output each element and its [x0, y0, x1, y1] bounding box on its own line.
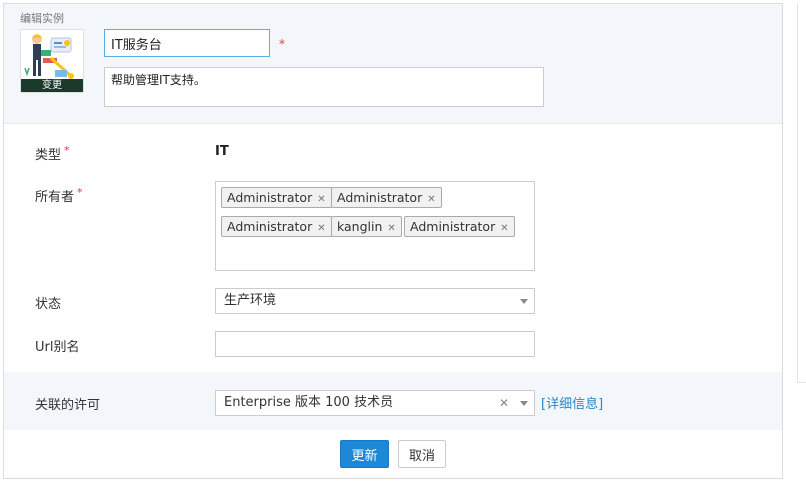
- edit-instance-dialog: 编辑实例 变更 *: [3, 3, 783, 479]
- instance-avatar[interactable]: 变更: [20, 29, 84, 93]
- close-icon[interactable]: ✕: [317, 219, 325, 238]
- owner-tag-label: Administrator: [227, 219, 313, 234]
- owner-tag-label: kanglin: [337, 219, 383, 234]
- status-label: 状态: [35, 293, 61, 312]
- caret-down-icon: [520, 299, 528, 304]
- owner-tag: kanglin ✕: [331, 216, 402, 237]
- license-details-link[interactable]: [详细信息]: [541, 393, 603, 412]
- dialog-title: 编辑实例: [20, 12, 64, 25]
- owner-tag-label: Administrator: [337, 190, 423, 205]
- owner-tag: Administrator ✕: [221, 187, 332, 208]
- owners-multiselect[interactable]: Administrator ✕ Administrator ✕ Administra…: [215, 181, 535, 271]
- url-alias-input[interactable]: [215, 331, 535, 357]
- close-icon[interactable]: ✕: [387, 219, 395, 238]
- owner-tag-label: Administrator: [227, 190, 313, 205]
- dialog-header: 编辑实例 变更 *: [4, 4, 782, 124]
- url-alias-label-text: Url别名: [35, 340, 80, 355]
- close-icon[interactable]: ✕: [317, 190, 325, 209]
- avatar-change-button[interactable]: 变更: [21, 79, 83, 92]
- close-icon[interactable]: ✕: [500, 219, 508, 238]
- instance-name-input[interactable]: [104, 29, 270, 57]
- owner-tag: Administrator ✕: [221, 216, 332, 237]
- type-label-text: 类型: [35, 148, 62, 163]
- owner-tag: Administrator ✕: [404, 216, 515, 237]
- background-panel-edge: [797, 3, 806, 383]
- instance-description-input[interactable]: 帮助管理IT支持。: [104, 67, 544, 107]
- caret-down-icon: [520, 401, 528, 406]
- type-value: IT: [215, 144, 229, 159]
- type-label: 类型 *: [35, 144, 70, 163]
- license-label-text: 关联的许可: [35, 398, 101, 413]
- cancel-button[interactable]: 取消: [398, 440, 446, 468]
- owners-label: 所有者 *: [35, 186, 83, 205]
- owners-label-text: 所有者: [35, 190, 75, 205]
- owner-tag: Administrator ✕: [331, 187, 442, 208]
- license-label: 关联的许可: [35, 394, 100, 413]
- license-selected-value: Enterprise 版本 100 技术员: [224, 395, 394, 410]
- update-button[interactable]: 更新: [340, 440, 389, 468]
- clear-icon[interactable]: ✕: [499, 391, 509, 415]
- url-alias-label: Url别名: [35, 336, 79, 355]
- status-selected-value: 生产环境: [224, 293, 277, 308]
- close-icon[interactable]: ✕: [427, 190, 435, 209]
- status-select[interactable]: 生产环境: [215, 288, 535, 314]
- status-label-text: 状态: [35, 297, 62, 312]
- license-select[interactable]: Enterprise 版本 100 技术员 ✕: [215, 390, 535, 416]
- required-mark: *: [77, 186, 83, 199]
- required-mark: *: [64, 144, 70, 157]
- owner-tag-label: Administrator: [410, 219, 496, 234]
- required-mark: *: [279, 37, 285, 51]
